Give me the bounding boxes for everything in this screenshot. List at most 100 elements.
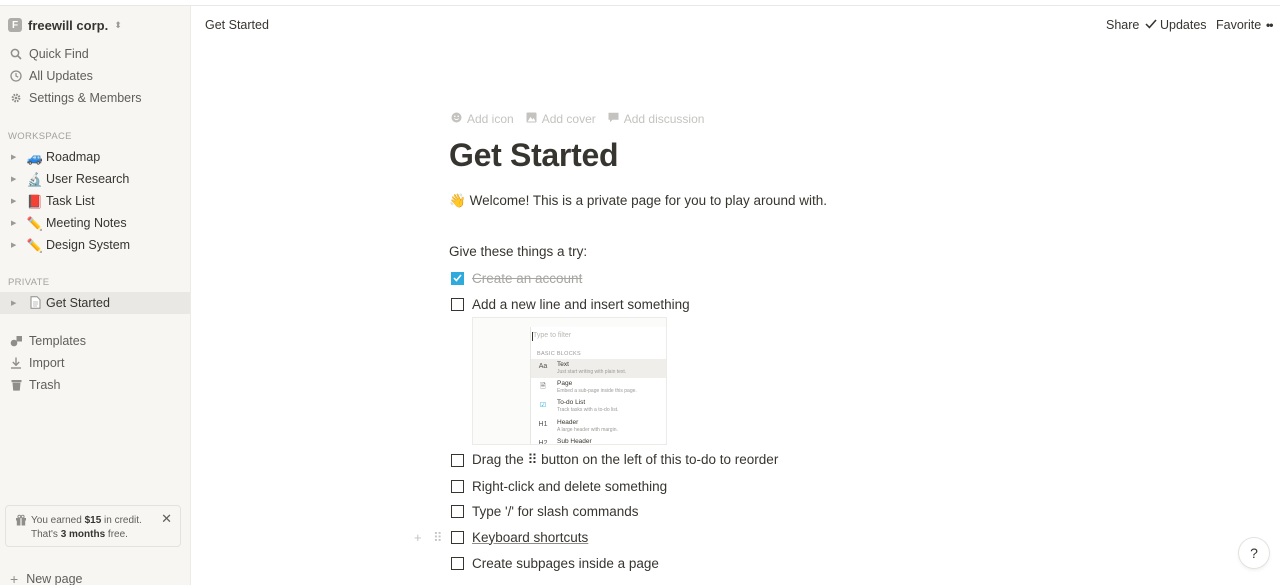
todo-item[interactable]: Keyboard shortcuts: [451, 528, 588, 546]
menu-item-desc: A large header with margin.: [557, 427, 618, 433]
menu-item-header: H1 Header A large header with margin.: [531, 417, 666, 436]
sidebar-page-user-research[interactable]: ▶ 🔬 User Research: [0, 168, 190, 190]
new-page-button[interactable]: + New page: [0, 568, 190, 585]
trash-icon: [9, 379, 23, 391]
menu-item-title: Header: [557, 419, 579, 426]
menu-item-desc: Just start writing with plain text.: [557, 369, 627, 375]
car-icon: 🚙: [26, 149, 44, 165]
menu-item-desc: Embed a sub-page inside this page.: [557, 388, 637, 394]
add-block-icon[interactable]: +: [414, 530, 422, 545]
sidebar-page-label: Get Started: [46, 296, 110, 310]
subheading-icon: H2: [538, 440, 548, 445]
filter-placeholder: Type to filter: [531, 332, 572, 341]
todo-item[interactable]: Drag the ⠿ button on the left of this to…: [451, 451, 778, 469]
menu-item-page: 🗎 Page Embed a sub-page inside this page…: [531, 378, 666, 397]
add-discussion-button[interactable]: Add discussion: [608, 112, 705, 126]
updates-label: Updates: [1160, 18, 1207, 32]
add-icon-label: Add icon: [467, 112, 514, 126]
checkbox[interactable]: [451, 556, 464, 570]
checkbox[interactable]: [451, 453, 464, 467]
page-title[interactable]: Get Started: [449, 137, 618, 174]
todo-item[interactable]: Type '/' for slash commands: [451, 502, 638, 520]
share-button[interactable]: Share: [1106, 18, 1139, 32]
checkbox[interactable]: [451, 479, 464, 493]
welcome-label: Welcome! This is a private page for you …: [469, 193, 828, 208]
clock-icon: [9, 70, 23, 82]
sidebar-page-roadmap[interactable]: ▶ 🚙 Roadmap: [0, 146, 190, 168]
page-icon: [26, 295, 44, 311]
sidebar-item-import[interactable]: Import: [0, 352, 190, 374]
plus-icon: +: [10, 571, 19, 585]
checkbox[interactable]: [451, 530, 464, 544]
checkmark-icon: [1145, 18, 1157, 32]
microscope-icon: 🔬: [26, 171, 44, 187]
welcome-text[interactable]: 👋 Welcome! This is a private page for yo…: [449, 193, 827, 209]
todo-item[interactable]: Right-click and delete something: [451, 477, 667, 495]
checkbox[interactable]: [451, 504, 464, 518]
add-cover-button[interactable]: Add cover: [526, 112, 596, 126]
slash-menu-preview: Type to filter BASIC BLOCKS Aa Text Just…: [530, 327, 666, 445]
add-icon-button[interactable]: Add icon: [451, 112, 514, 126]
pencil-icon: ✏️: [26, 237, 44, 253]
menu-item-title: Sub Header: [557, 438, 592, 445]
credit-notice: You earned $15 in credit. That's 3 month…: [5, 505, 181, 547]
workspace-switcher[interactable]: F freewill corp. ⬍: [8, 17, 122, 33]
checkbox-icon: ☑: [539, 402, 547, 409]
sidebar-item-templates[interactable]: Templates: [0, 330, 190, 352]
todo-item[interactable]: Create an account: [451, 269, 582, 287]
sidebar-page-task-list[interactable]: ▶ 📕 Task List: [0, 190, 190, 212]
expand-triangle-icon[interactable]: ▶: [11, 153, 19, 161]
todo-text: Add a new line and insert something: [472, 296, 690, 312]
sidebar-item-label: All Updates: [29, 69, 93, 83]
text-icon: Aa: [538, 363, 548, 370]
menu-item-todo: ☑ To-do List Track tasks with a to-do li…: [531, 397, 666, 416]
close-icon[interactable]: ✕: [161, 511, 172, 527]
todo-text: Keyboard shortcuts: [472, 529, 589, 545]
section-workspace-heading: WORKSPACE: [8, 131, 72, 142]
sidebar-item-settings[interactable]: Settings & Members: [0, 87, 190, 109]
menu-item-title: To-do List: [557, 399, 586, 406]
updates-button[interactable]: Updates: [1145, 18, 1207, 32]
embedded-image: Type to filter BASIC BLOCKS Aa Text Just…: [472, 317, 667, 445]
chevron-updown-icon: ⬍: [114, 19, 122, 30]
todo-text: Type '/' for slash commands: [472, 503, 639, 519]
page-actions: Add icon Add cover Add discussion: [451, 112, 704, 126]
sidebar-item-all-updates[interactable]: All Updates: [0, 65, 190, 87]
checkbox-checked[interactable]: [451, 271, 464, 285]
image-icon: [526, 112, 537, 126]
add-cover-label: Add cover: [541, 112, 596, 126]
todo-text: Create an account: [472, 270, 583, 286]
drag-handle-icon[interactable]: ⠿: [433, 530, 442, 546]
sidebar-item-trash[interactable]: Trash: [0, 374, 190, 396]
heading-icon: H1: [538, 421, 548, 428]
expand-triangle-icon[interactable]: ▶: [11, 299, 19, 307]
sidebar-page-design-system[interactable]: ▶ ✏️ Design System: [0, 234, 190, 256]
sidebar-page-meeting-notes[interactable]: ▶ ✏️ Meeting Notes: [0, 212, 190, 234]
try-heading[interactable]: Give these things a try:: [449, 244, 587, 259]
favorite-button[interactable]: Favorite: [1216, 18, 1261, 32]
page-icon: 🗎: [540, 383, 546, 390]
new-page-label: New page: [26, 572, 83, 585]
menu-item-title: Text: [557, 361, 569, 368]
expand-triangle-icon[interactable]: ▶: [11, 175, 19, 183]
checkbox[interactable]: [451, 297, 464, 311]
gear-icon: [9, 92, 23, 104]
menu-item-title: Page: [557, 380, 573, 387]
expand-triangle-icon[interactable]: ▶: [11, 197, 19, 205]
todo-item[interactable]: Create subpages inside a page: [451, 554, 659, 572]
expand-triangle-icon[interactable]: ▶: [11, 219, 19, 227]
sidebar-item-quick-find[interactable]: Quick Find: [0, 43, 190, 65]
breadcrumb[interactable]: Get Started: [205, 18, 269, 32]
share-label: Share: [1106, 18, 1140, 32]
book-icon: 📕: [26, 193, 44, 209]
section-private-heading: PRIVATE: [8, 277, 50, 288]
smiley-icon: [451, 112, 462, 126]
sidebar-item-label: Settings & Members: [29, 91, 142, 105]
expand-triangle-icon[interactable]: ▶: [11, 241, 19, 249]
help-button[interactable]: ?: [1239, 538, 1269, 568]
todo-text: Drag the ⠿ button on the left of this to…: [472, 452, 779, 467]
add-discussion-label: Add discussion: [623, 112, 705, 126]
sidebar-page-get-started[interactable]: ▶ Get Started: [0, 292, 190, 314]
more-options-icon[interactable]: ••: [1266, 18, 1273, 32]
todo-item[interactable]: Add a new line and insert something: [451, 295, 690, 313]
